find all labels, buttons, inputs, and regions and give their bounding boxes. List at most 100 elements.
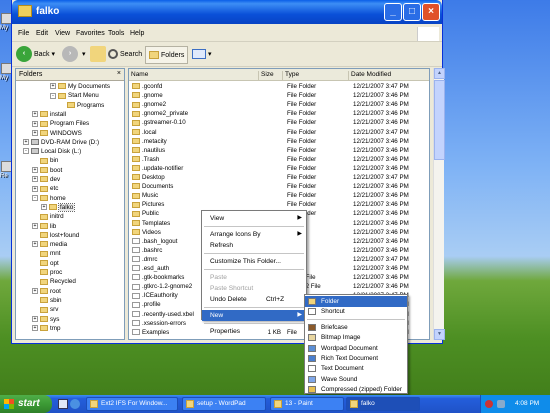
file-row[interactable]: .metacity File Folder 12/21/2007 3:46 PM [129,137,429,146]
tree-item[interactable]: mnt [32,250,61,257]
title-bar[interactable]: falko _ □ × [12,0,442,24]
tree-item[interactable]: - home [32,195,66,202]
context-menu-item[interactable]: View ▶ [202,213,306,224]
expand-icon[interactable]: + [32,176,38,183]
expand-icon[interactable]: + [32,111,38,118]
file-row[interactable]: Desktop File Folder 12/21/2007 3:47 PM [129,173,429,182]
new-submenu-item[interactable]: Wave Sound [305,374,407,385]
new-submenu-item[interactable]: Compressed (zipped) Folder [305,384,407,395]
ie-icon[interactable] [70,399,80,409]
tree-item[interactable]: - Start Menu [50,92,99,99]
menu-favorites[interactable]: Favorites [76,30,105,37]
expand-icon[interactable]: + [32,241,38,248]
tree-item[interactable]: + sys [32,316,59,323]
expand-icon[interactable]: + [32,185,38,192]
context-menu-item[interactable]: Undo Delete Ctrl+Z [202,294,306,305]
tree-item[interactable]: srv [32,306,58,313]
close-button[interactable]: × [422,3,440,21]
tree-item[interactable]: lost+found [32,232,79,239]
folders-button[interactable]: Folders [145,46,189,64]
expand-icon[interactable]: + [32,222,38,229]
views-button[interactable]: ▾ [192,46,211,64]
expand-icon[interactable]: + [41,204,47,211]
context-menu-item[interactable]: Properties [202,326,306,337]
file-row[interactable]: Music File Folder 12/21/2007 3:46 PM [129,191,429,200]
tree-item[interactable]: + root [32,288,61,295]
new-submenu-item[interactable]: Briefcase [305,322,407,333]
menu-edit[interactable]: Edit [36,30,48,37]
tree-item[interactable]: + media [32,241,67,248]
file-row[interactable]: .gnome2 File Folder 12/21/2007 3:46 PM [129,100,429,109]
expand-icon[interactable]: + [50,83,56,90]
file-row[interactable]: Pictures File Folder 12/21/2007 3:46 PM [129,200,429,209]
menu-file[interactable]: File [18,30,29,37]
file-row[interactable]: .gnome2_private File Folder 12/21/2007 3:4… [129,109,429,118]
tree-item[interactable]: bin [32,157,58,164]
file-row[interactable]: .gnome File Folder 12/21/2007 3:46 PM [129,91,429,100]
tree-item[interactable]: opt [32,260,59,267]
new-submenu-item[interactable]: Rich Text Document [305,353,407,364]
menu-help[interactable]: Help [130,30,144,37]
back-button[interactable]: ‹ Back ▾ [16,46,55,64]
expand-icon[interactable]: + [32,287,38,294]
context-menu-item[interactable]: Customize This Folder... [202,256,306,267]
tree-item[interactable]: + boot [32,167,62,174]
start-button[interactable]: start [0,395,52,413]
new-submenu-item[interactable]: Folder [305,296,407,307]
expand-icon[interactable]: + [32,129,38,136]
context-menu-item[interactable]: Refresh [202,240,306,251]
up-folder-button[interactable] [90,46,108,64]
tree-item[interactable]: Recycled [32,278,76,285]
show-desktop-icon[interactable] [58,399,68,409]
context-menu-item[interactable]: New ▶ [202,310,306,321]
taskbar-button[interactable]: setup - WordPad [182,397,266,411]
scroll-up-icon[interactable]: ▲ [434,68,445,79]
file-row[interactable]: .update-notifier File Folder 12/21/2007 3:… [129,164,429,173]
security-alert-icon[interactable] [485,400,493,408]
collapse-icon[interactable]: - [32,194,38,201]
menu-tools[interactable]: Tools [108,30,124,37]
collapse-icon[interactable]: - [50,92,56,99]
minimize-button[interactable]: _ [384,3,402,21]
file-row[interactable]: .local File Folder 12/21/2007 3:47 PM [129,128,429,137]
file-row[interactable]: .gstreamer-0.10 File Folder 12/21/2007 3:4… [129,118,429,127]
file-row[interactable]: Documents File Folder 12/21/2007 3:46 PM [129,182,429,191]
tree-item[interactable]: + My Documents [50,83,110,90]
expand-icon[interactable]: + [32,167,38,174]
tree-item[interactable]: Programs [59,102,104,109]
expand-icon[interactable]: + [23,139,29,146]
tree-item[interactable]: + falko [41,202,76,212]
tree-item[interactable]: + install [32,111,66,118]
expand-icon[interactable]: + [32,325,38,332]
close-pane-icon[interactable]: × [117,70,121,77]
taskbar-button[interactable]: falko [346,397,420,411]
column-size[interactable]: Size [259,71,283,81]
scroll-down-icon[interactable]: ▼ [434,329,445,340]
tree-item[interactable]: + lib [32,223,56,230]
tree-item[interactable]: + etc [32,185,58,192]
tree-item[interactable]: + Program Files [32,120,89,127]
column-date-modified[interactable]: Date Modified [349,71,429,81]
new-submenu-item[interactable]: Wordpad Document [305,343,407,354]
tree-item[interactable]: + DVD-RAM Drive (D:) [23,139,99,146]
new-submenu-item[interactable]: Text Document [305,363,407,374]
tree-item[interactable]: - Local Disk (L:) [23,148,81,155]
expand-icon[interactable]: + [32,315,38,322]
tree-item[interactable]: proc [32,269,62,276]
search-button[interactable]: Search [108,46,142,64]
network-icon[interactable] [497,400,505,408]
tree-item[interactable]: + tmp [32,325,61,332]
taskbar-button[interactable]: 13 - Paint [270,397,344,411]
tree-item[interactable]: + WINDOWS [32,130,82,137]
tree-item[interactable]: sbin [32,297,62,304]
taskbar-button[interactable]: Ext2 IFS For Window... [86,397,178,411]
column-type[interactable]: Type [283,71,349,81]
tree-item[interactable]: + dev [32,176,60,183]
expand-icon[interactable]: + [32,120,38,127]
forward-button[interactable]: › ▾ [62,46,85,64]
vertical-scrollbar[interactable]: ▲ ▼ [433,68,445,340]
collapse-icon[interactable]: - [23,148,29,155]
file-row[interactable]: .gconfd File Folder 12/21/2007 3:47 PM [129,82,429,91]
new-submenu-item[interactable]: Shortcut [305,306,407,317]
scroll-thumb[interactable] [434,80,445,160]
